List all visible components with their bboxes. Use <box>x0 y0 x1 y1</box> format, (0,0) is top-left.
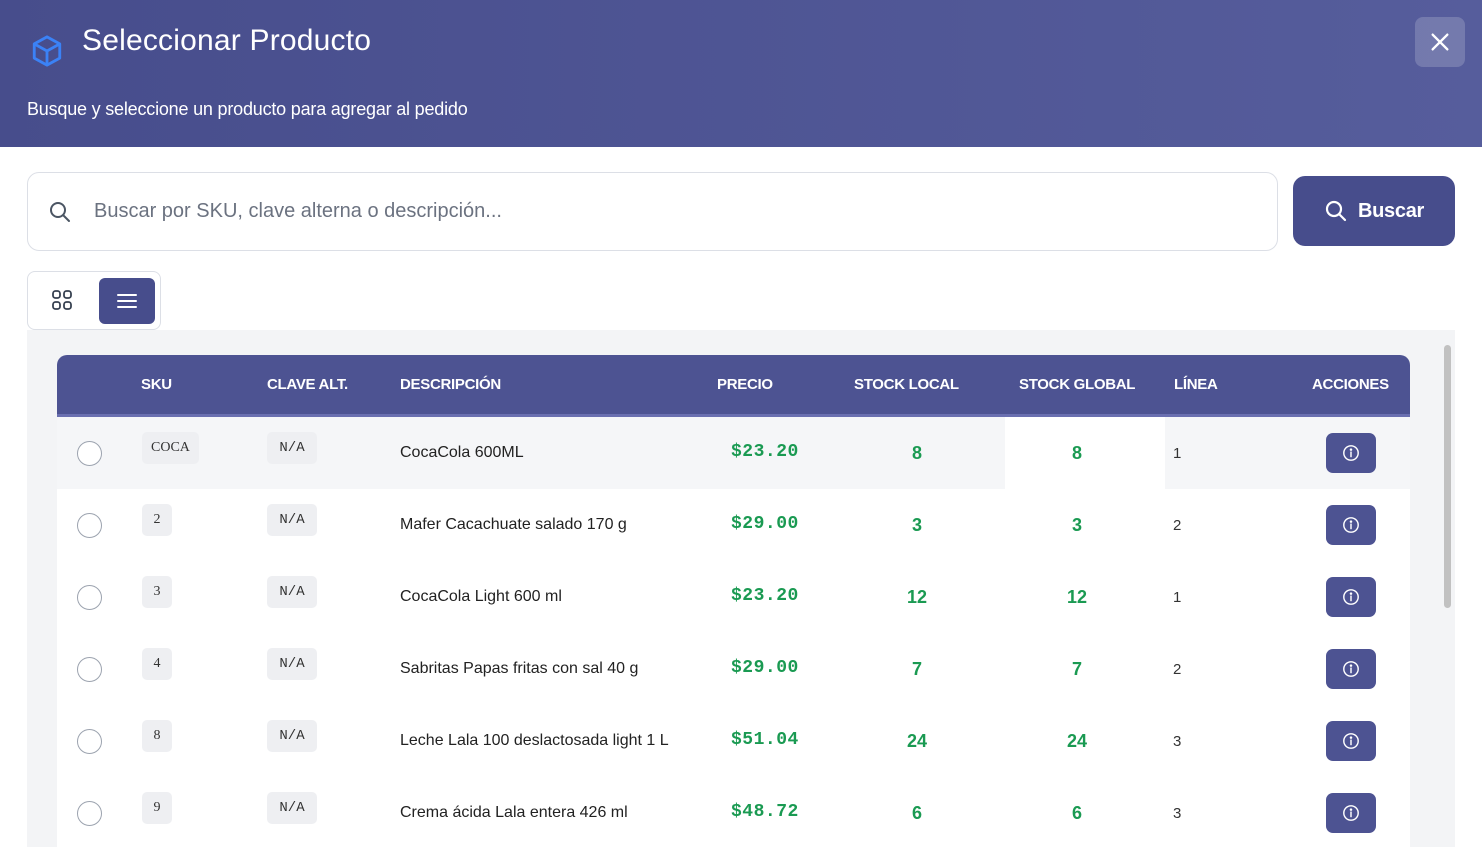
product-price: $51.04 <box>731 730 799 750</box>
column-header-descripcion: DESCRIPCIÓN <box>400 376 501 393</box>
product-line: 1 <box>1173 589 1182 606</box>
product-line: 1 <box>1173 445 1182 462</box>
grid-icon <box>52 290 72 310</box>
info-icon <box>1343 805 1359 821</box>
list-view-button[interactable] <box>99 278 155 324</box>
view-toggle <box>27 271 161 330</box>
stock-global: 8 <box>1071 443 1082 463</box>
products-table: SKU CLAVE ALT. DESCRIPCIÓN PRECIO STOCK … <box>57 355 1410 847</box>
table-row[interactable]: 9 N/A Crema ácida Lala entera 426 ml $48… <box>57 777 1410 847</box>
sku-badge: 8 <box>142 720 172 752</box>
table-row[interactable]: 8 N/A Leche Lala 100 deslactosada light … <box>57 705 1410 777</box>
alt-key-badge: N/A <box>267 504 317 536</box>
modal-title: Seleccionar Producto <box>82 24 372 57</box>
table-row[interactable]: 2 N/A Mafer Cacachuate salado 170 g $29.… <box>57 489 1410 561</box>
product-price: $23.20 <box>731 586 799 606</box>
info-button[interactable] <box>1326 649 1376 689</box>
column-header-precio: PRECIO <box>717 376 773 393</box>
table-row[interactable]: 4 N/A Sabritas Papas fritas con sal 40 g… <box>57 633 1410 705</box>
stock-global: 12 <box>1066 587 1088 607</box>
row-select-radio[interactable] <box>77 729 102 754</box>
alt-key-badge: N/A <box>267 720 317 752</box>
alt-key-badge: N/A <box>267 792 317 824</box>
cube-icon <box>32 35 62 67</box>
table-header: SKU CLAVE ALT. DESCRIPCIÓN PRECIO STOCK … <box>57 355 1410 417</box>
stock-local: 6 <box>911 803 922 823</box>
product-line: 3 <box>1173 805 1182 822</box>
row-select-radio[interactable] <box>77 657 102 682</box>
column-header-linea: LÍNEA <box>1174 376 1218 393</box>
info-icon <box>1343 733 1359 749</box>
search-input[interactable] <box>94 175 1254 247</box>
table-row[interactable]: COCA N/A CocaCola 600ML $23.20 8 8 1 <box>57 417 1410 489</box>
search-box <box>27 172 1278 251</box>
stock-local: 8 <box>911 443 922 463</box>
close-button[interactable] <box>1415 17 1465 67</box>
product-description: CocaCola 600ML <box>400 444 524 461</box>
stock-local: 12 <box>906 587 928 607</box>
stock-local: 7 <box>911 659 922 679</box>
product-price: $29.00 <box>731 514 799 534</box>
column-header-stock-local: STOCK LOCAL <box>854 376 959 393</box>
stock-local: 24 <box>906 731 928 751</box>
search-icon <box>1325 200 1347 222</box>
product-description: Crema ácida Lala entera 426 ml <box>400 804 628 821</box>
stock-global: 24 <box>1066 731 1088 751</box>
search-button[interactable]: Buscar <box>1293 176 1455 246</box>
info-button[interactable] <box>1326 577 1376 617</box>
alt-key-badge: N/A <box>267 576 317 608</box>
product-line: 2 <box>1173 517 1182 534</box>
sku-badge: 3 <box>142 576 172 608</box>
modal-subtitle: Busque y seleccione un producto para agr… <box>27 99 468 119</box>
stock-global: 3 <box>1071 515 1082 535</box>
row-select-radio[interactable] <box>77 441 102 466</box>
product-description: CocaCola Light 600 ml <box>400 588 562 605</box>
stock-local: 3 <box>911 515 922 535</box>
row-select-radio[interactable] <box>77 801 102 826</box>
alt-key-badge: N/A <box>267 648 317 680</box>
info-button[interactable] <box>1326 793 1376 833</box>
info-icon <box>1343 661 1359 677</box>
scrollbar[interactable] <box>1444 345 1451 608</box>
column-header-sku: SKU <box>141 376 172 393</box>
stock-global: 7 <box>1071 659 1082 679</box>
product-line: 3 <box>1173 733 1182 750</box>
sku-badge: COCA <box>142 432 199 464</box>
grid-view-button[interactable] <box>42 280 82 320</box>
info-icon <box>1343 445 1359 461</box>
table-row[interactable]: 3 N/A CocaCola Light 600 ml $23.20 12 12… <box>57 561 1410 633</box>
search-button-label: Buscar <box>1357 199 1424 222</box>
alt-key-badge: N/A <box>267 432 317 464</box>
sku-badge: 4 <box>142 648 172 680</box>
product-price: $29.00 <box>731 658 799 678</box>
info-button[interactable] <box>1326 721 1376 761</box>
product-description: Mafer Cacachuate salado 170 g <box>400 516 627 533</box>
column-header-stock-global: STOCK GLOBAL <box>1019 376 1136 393</box>
list-icon <box>117 294 137 308</box>
product-price: $23.20 <box>731 442 799 462</box>
product-description: Sabritas Papas fritas con sal 40 g <box>400 660 639 677</box>
product-price: $48.72 <box>731 802 799 822</box>
info-button[interactable] <box>1326 433 1376 473</box>
row-select-radio[interactable] <box>77 513 102 538</box>
product-description: Leche Lala 100 deslactosada light 1 L <box>400 732 669 749</box>
column-header-clave-alt: CLAVE ALT. <box>267 376 348 393</box>
search-icon <box>50 202 70 222</box>
column-header-acciones: ACCIONES <box>1312 376 1389 393</box>
close-icon <box>1431 33 1449 51</box>
info-icon <box>1343 589 1359 605</box>
sku-badge: 2 <box>142 504 172 536</box>
sku-badge: 9 <box>142 792 172 824</box>
product-line: 2 <box>1173 661 1182 678</box>
stock-global: 6 <box>1071 803 1082 823</box>
modal-header: Seleccionar Producto Busque y seleccione… <box>0 0 1482 147</box>
row-select-radio[interactable] <box>77 585 102 610</box>
info-icon <box>1343 517 1359 533</box>
info-button[interactable] <box>1326 505 1376 545</box>
